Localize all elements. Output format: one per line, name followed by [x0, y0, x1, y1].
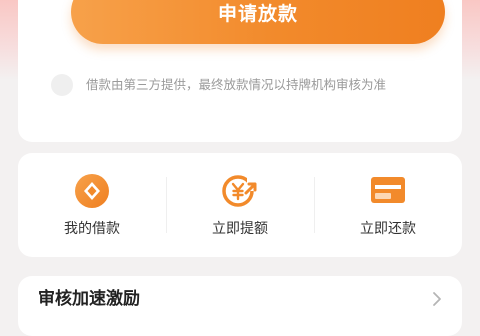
increase-limit-label: 立即提额	[212, 221, 268, 237]
apply-loan-button[interactable]: 申请放款	[71, 0, 445, 44]
repay-now-label: 立即还款	[360, 221, 416, 237]
info-icon	[51, 74, 73, 96]
coin-icon	[75, 174, 109, 208]
loan-card: 申请放款 借款由第三方提供，最终放款情况以持牌机构审核为准	[18, 0, 462, 142]
chevron-right-icon	[433, 292, 441, 306]
review-boost-card[interactable]: 审核加速激励	[18, 276, 462, 336]
yen-arrow-icon	[222, 175, 259, 207]
my-loans-label: 我的借款	[64, 221, 120, 237]
disclaimer-text: 借款由第三方提供，最终放款情况以持牌机构审核为准	[86, 77, 387, 92]
repay-now-action[interactable]: 立即还款	[314, 153, 462, 257]
quick-actions-card: 我的借款 立即提额 立即还款	[18, 153, 462, 257]
increase-limit-action[interactable]: 立即提额	[166, 153, 314, 257]
card-icon	[371, 177, 405, 203]
section-title: 审核加速激励	[38, 289, 140, 309]
my-loans-action[interactable]: 我的借款	[18, 153, 166, 257]
